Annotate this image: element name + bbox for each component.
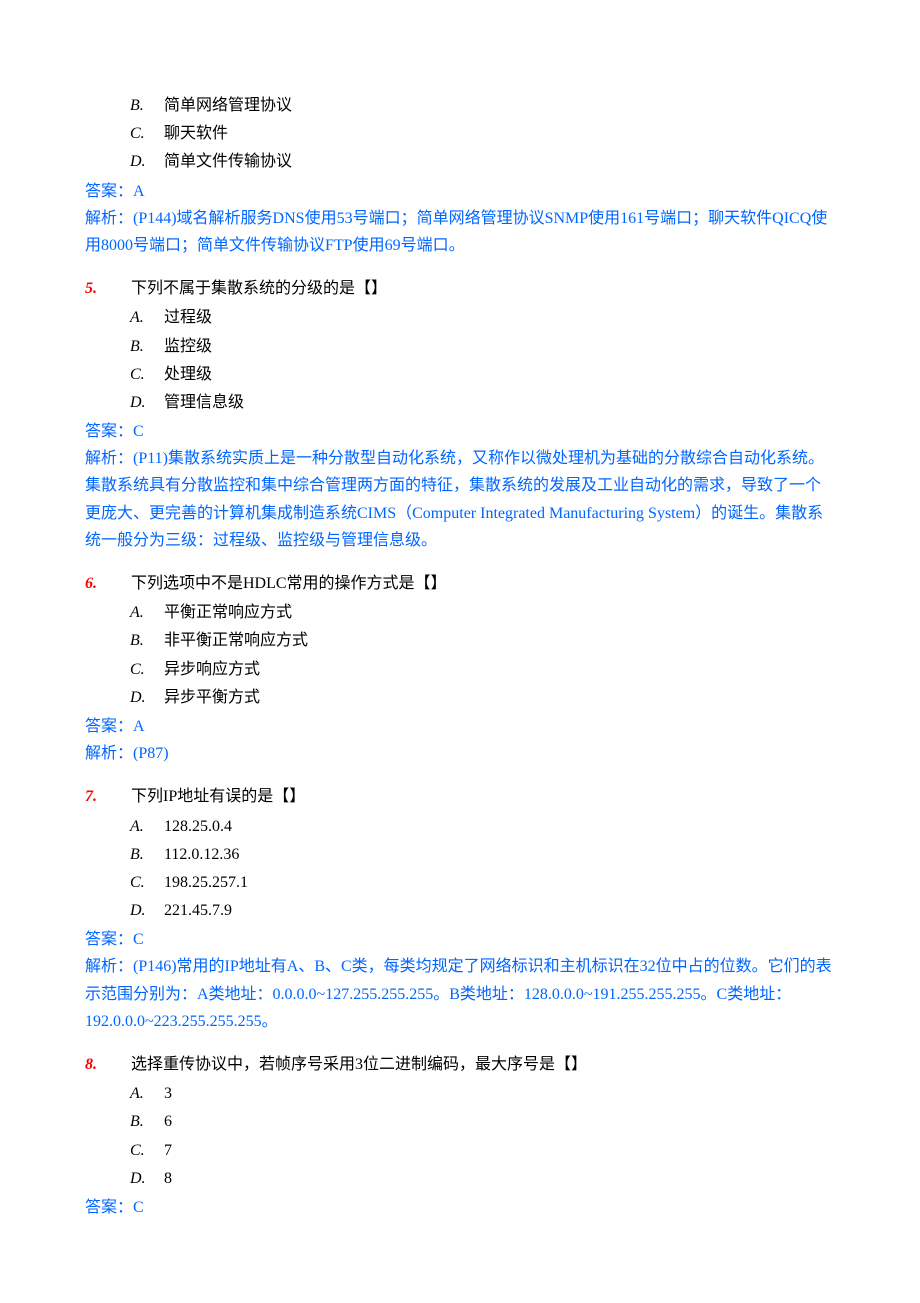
option-a: A. 128.25.0.4 bbox=[130, 813, 835, 840]
option-text: 过程级 bbox=[164, 304, 212, 331]
option-text: 异步响应方式 bbox=[164, 656, 260, 683]
option-text: 管理信息级 bbox=[164, 389, 244, 416]
q5-question: 5. 下列不属于集散系统的分级的是【】 bbox=[85, 275, 835, 302]
q6-answer: 答案：A bbox=[85, 713, 835, 740]
option-text: 8 bbox=[164, 1165, 172, 1192]
option-a: A. 平衡正常响应方式 bbox=[130, 599, 835, 626]
question-text: 下列IP地址有误的是【】 bbox=[131, 788, 305, 805]
q5-answer: 答案：C bbox=[85, 418, 835, 445]
option-letter: C. bbox=[130, 120, 164, 147]
option-b: B. 6 bbox=[130, 1108, 835, 1135]
option-b: B. 监控级 bbox=[130, 333, 835, 360]
option-letter: C. bbox=[130, 869, 164, 896]
q5-options: A. 过程级 B. 监控级 C. 处理级 D. 管理信息级 bbox=[130, 304, 835, 416]
option-letter: C. bbox=[130, 1137, 164, 1164]
option-d: D. 管理信息级 bbox=[130, 389, 835, 416]
option-c: C. 处理级 bbox=[130, 361, 835, 388]
q4-explain: 解析：(P144)域名解析服务DNS使用53号端口；简单网络管理协议SNMP使用… bbox=[85, 205, 835, 259]
option-c: C. 198.25.257.1 bbox=[130, 869, 835, 896]
question-number: 7. bbox=[85, 783, 127, 810]
option-b: B. 简单网络管理协议 bbox=[130, 92, 835, 119]
option-a: A. 过程级 bbox=[130, 304, 835, 331]
q5-explain: 解析：(P11)集散系统实质上是一种分散型自动化系统，又称作以微处理机为基础的分… bbox=[85, 445, 835, 554]
option-text: 112.0.12.36 bbox=[164, 841, 239, 868]
option-letter: D. bbox=[130, 148, 164, 175]
option-letter: A. bbox=[130, 599, 164, 626]
q8-options: A. 3 B. 6 C. 7 D. 8 bbox=[130, 1080, 835, 1192]
q7-explain: 解析：(P146)常用的IP地址有A、B、C类，每类均规定了网络标识和主机标识在… bbox=[85, 953, 835, 1035]
option-text: 平衡正常响应方式 bbox=[164, 599, 292, 626]
option-letter: B. bbox=[130, 627, 164, 654]
option-d: D. 异步平衡方式 bbox=[130, 684, 835, 711]
option-text: 监控级 bbox=[164, 333, 212, 360]
question-text: 下列选项中不是HDLC常用的操作方式是【】 bbox=[131, 575, 447, 592]
question-number: 5. bbox=[85, 275, 127, 302]
option-text: 3 bbox=[164, 1080, 172, 1107]
question-text: 下列不属于集散系统的分级的是【】 bbox=[131, 280, 387, 297]
q8-question: 8. 选择重传协议中，若帧序号采用3位二进制编码，最大序号是【】 bbox=[85, 1051, 835, 1078]
option-letter: B. bbox=[130, 92, 164, 119]
option-letter: D. bbox=[130, 389, 164, 416]
option-text: 非平衡正常响应方式 bbox=[164, 627, 308, 654]
option-text: 简单网络管理协议 bbox=[164, 92, 292, 119]
option-letter: D. bbox=[130, 897, 164, 924]
q6-options: A. 平衡正常响应方式 B. 非平衡正常响应方式 C. 异步响应方式 D. 异步… bbox=[130, 599, 835, 711]
q4-answer: 答案：A bbox=[85, 178, 835, 205]
option-letter: C. bbox=[130, 656, 164, 683]
question-text: 选择重传协议中，若帧序号采用3位二进制编码，最大序号是【】 bbox=[131, 1056, 587, 1073]
option-d: D. 8 bbox=[130, 1165, 835, 1192]
option-letter: D. bbox=[130, 684, 164, 711]
option-text: 异步平衡方式 bbox=[164, 684, 260, 711]
option-c: C. 7 bbox=[130, 1137, 835, 1164]
q7-answer: 答案：C bbox=[85, 926, 835, 953]
option-b: B. 非平衡正常响应方式 bbox=[130, 627, 835, 654]
q6-question: 6. 下列选项中不是HDLC常用的操作方式是【】 bbox=[85, 570, 835, 597]
q8-answer: 答案：C bbox=[85, 1194, 835, 1221]
question-number: 6. bbox=[85, 570, 127, 597]
option-d: D. 221.45.7.9 bbox=[130, 897, 835, 924]
option-text: 简单文件传输协议 bbox=[164, 148, 292, 175]
option-letter: B. bbox=[130, 333, 164, 360]
option-text: 处理级 bbox=[164, 361, 212, 388]
option-text: 221.45.7.9 bbox=[164, 897, 232, 924]
option-b: B. 112.0.12.36 bbox=[130, 841, 835, 868]
option-text: 128.25.0.4 bbox=[164, 813, 232, 840]
option-letter: B. bbox=[130, 1108, 164, 1135]
q6-explain: 解析：(P87) bbox=[85, 740, 835, 767]
option-d: D. 简单文件传输协议 bbox=[130, 148, 835, 175]
option-text: 6 bbox=[164, 1108, 172, 1135]
option-letter: A. bbox=[130, 1080, 164, 1107]
option-text: 7 bbox=[164, 1137, 172, 1164]
option-c: C. 聊天软件 bbox=[130, 120, 835, 147]
option-text: 聊天软件 bbox=[164, 120, 228, 147]
option-letter: A. bbox=[130, 813, 164, 840]
option-letter: A. bbox=[130, 304, 164, 331]
option-a: A. 3 bbox=[130, 1080, 835, 1107]
question-number: 8. bbox=[85, 1051, 127, 1078]
q7-options: A. 128.25.0.4 B. 112.0.12.36 C. 198.25.2… bbox=[130, 813, 835, 925]
option-c: C. 异步响应方式 bbox=[130, 656, 835, 683]
option-letter: C. bbox=[130, 361, 164, 388]
option-letter: B. bbox=[130, 841, 164, 868]
q4-options: B. 简单网络管理协议 C. 聊天软件 D. 简单文件传输协议 bbox=[130, 92, 835, 176]
option-letter: D. bbox=[130, 1165, 164, 1192]
option-text: 198.25.257.1 bbox=[164, 869, 248, 896]
q7-question: 7. 下列IP地址有误的是【】 bbox=[85, 783, 835, 810]
